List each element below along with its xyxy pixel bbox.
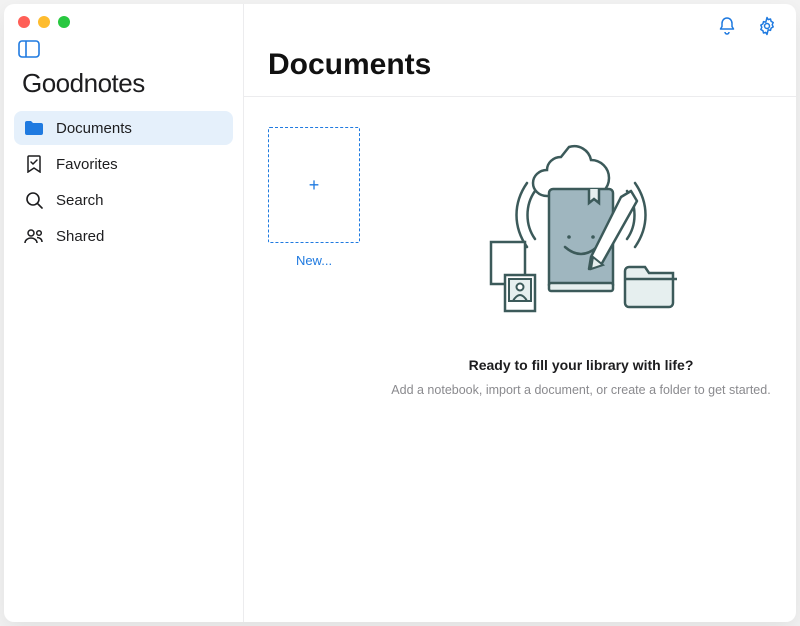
sidebar: Goodnotes Documents Favorites bbox=[4, 4, 244, 622]
content-area: + New... bbox=[244, 97, 796, 622]
plus-icon: + bbox=[309, 175, 320, 196]
people-icon bbox=[24, 226, 44, 246]
app-title: Goodnotes bbox=[4, 68, 243, 111]
empty-state-illustration bbox=[461, 127, 701, 327]
new-document-label: New... bbox=[296, 253, 332, 268]
topbar bbox=[244, 4, 796, 48]
sidebar-item-label: Shared bbox=[56, 228, 104, 245]
sidebar-item-documents[interactable]: Documents bbox=[14, 111, 233, 145]
bookmark-icon bbox=[24, 154, 44, 174]
sidebar-item-label: Favorites bbox=[56, 156, 118, 173]
folder-icon bbox=[24, 118, 44, 138]
new-document-box: + bbox=[268, 127, 360, 243]
maximize-window-button[interactable] bbox=[58, 16, 70, 28]
sidebar-nav: Documents Favorites Se bbox=[4, 111, 243, 253]
notifications-button[interactable] bbox=[716, 15, 738, 37]
main-area: Documents + New... bbox=[244, 4, 796, 622]
bell-icon bbox=[717, 16, 737, 36]
sidebar-toggle-icon bbox=[18, 40, 229, 58]
sidebar-item-shared[interactable]: Shared bbox=[14, 219, 233, 253]
page-header: Documents bbox=[244, 48, 796, 97]
close-window-button[interactable] bbox=[18, 16, 30, 28]
empty-state-title: Ready to fill your library with life? bbox=[469, 357, 694, 373]
sidebar-item-favorites[interactable]: Favorites bbox=[14, 147, 233, 181]
search-icon bbox=[24, 190, 44, 210]
new-document-tile[interactable]: + New... bbox=[268, 127, 360, 592]
settings-button[interactable] bbox=[756, 15, 778, 37]
sidebar-item-search[interactable]: Search bbox=[14, 183, 233, 217]
page-title: Documents bbox=[268, 48, 772, 82]
window-controls bbox=[4, 14, 243, 36]
sidebar-item-label: Search bbox=[56, 192, 104, 209]
minimize-window-button[interactable] bbox=[38, 16, 50, 28]
gear-icon bbox=[757, 16, 777, 36]
sidebar-toggle-button[interactable] bbox=[4, 36, 243, 68]
empty-state-subtitle: Add a notebook, import a document, or cr… bbox=[391, 383, 770, 397]
app-window: Goodnotes Documents Favorites bbox=[4, 4, 796, 622]
empty-state: Ready to fill your library with life? Ad… bbox=[390, 127, 772, 592]
sidebar-item-label: Documents bbox=[56, 120, 132, 137]
